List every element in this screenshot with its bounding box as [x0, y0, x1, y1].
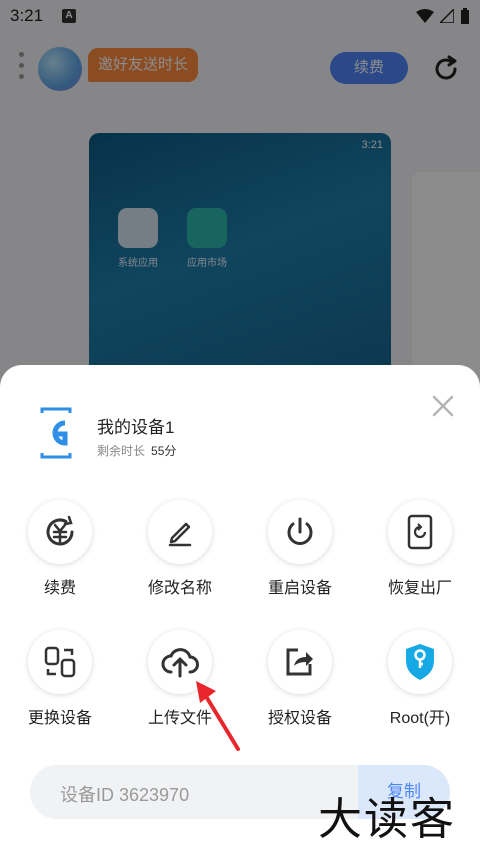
renew-icon[interactable]	[28, 500, 92, 564]
remaining-time: 剩余时长 55分	[97, 442, 176, 459]
edit-icon[interactable]	[148, 500, 212, 564]
action-authorize-device[interactable]: 授权设备	[240, 630, 360, 728]
factory-reset-icon[interactable]	[388, 500, 452, 564]
action-rename[interactable]: 修改名称	[120, 500, 240, 598]
action-label: 授权设备	[267, 710, 332, 727]
annotation-arrow-icon	[196, 681, 240, 751]
device-logo-icon	[40, 407, 72, 459]
device-actions-sheet: 我的设备1 剩余时长 55分 续费 修改名称 重启设备 恢复出厂 更换设备 上传…	[0, 365, 480, 853]
device-name: 我的设备1	[97, 418, 175, 437]
action-label: 续费	[43, 580, 76, 597]
root-key-icon[interactable]: ON	[388, 630, 452, 694]
action-label: 更换设备	[27, 710, 92, 727]
action-root[interactable]: ON Root(开)	[360, 630, 480, 728]
action-label: 恢复出厂	[387, 580, 452, 597]
swap-device-icon[interactable]	[28, 630, 92, 694]
action-renew[interactable]: 续费	[0, 500, 120, 598]
action-label: 修改名称	[147, 580, 212, 597]
action-factory-reset[interactable]: 恢复出厂	[360, 500, 480, 598]
power-icon[interactable]	[268, 500, 332, 564]
remaining-value: 55分	[151, 444, 177, 458]
action-reboot[interactable]: 重启设备	[240, 500, 360, 598]
device-id-text: 设备ID 3623970	[60, 785, 190, 805]
close-icon[interactable]	[430, 393, 456, 419]
action-label: 重启设备	[267, 580, 332, 597]
watermark: 大读客	[318, 794, 456, 845]
share-icon[interactable]	[268, 630, 332, 694]
root-badge: ON	[415, 672, 426, 679]
remaining-label: 剩余时长	[97, 444, 146, 458]
action-swap-device[interactable]: 更换设备	[0, 630, 120, 728]
action-label: Root(开)	[389, 710, 451, 727]
